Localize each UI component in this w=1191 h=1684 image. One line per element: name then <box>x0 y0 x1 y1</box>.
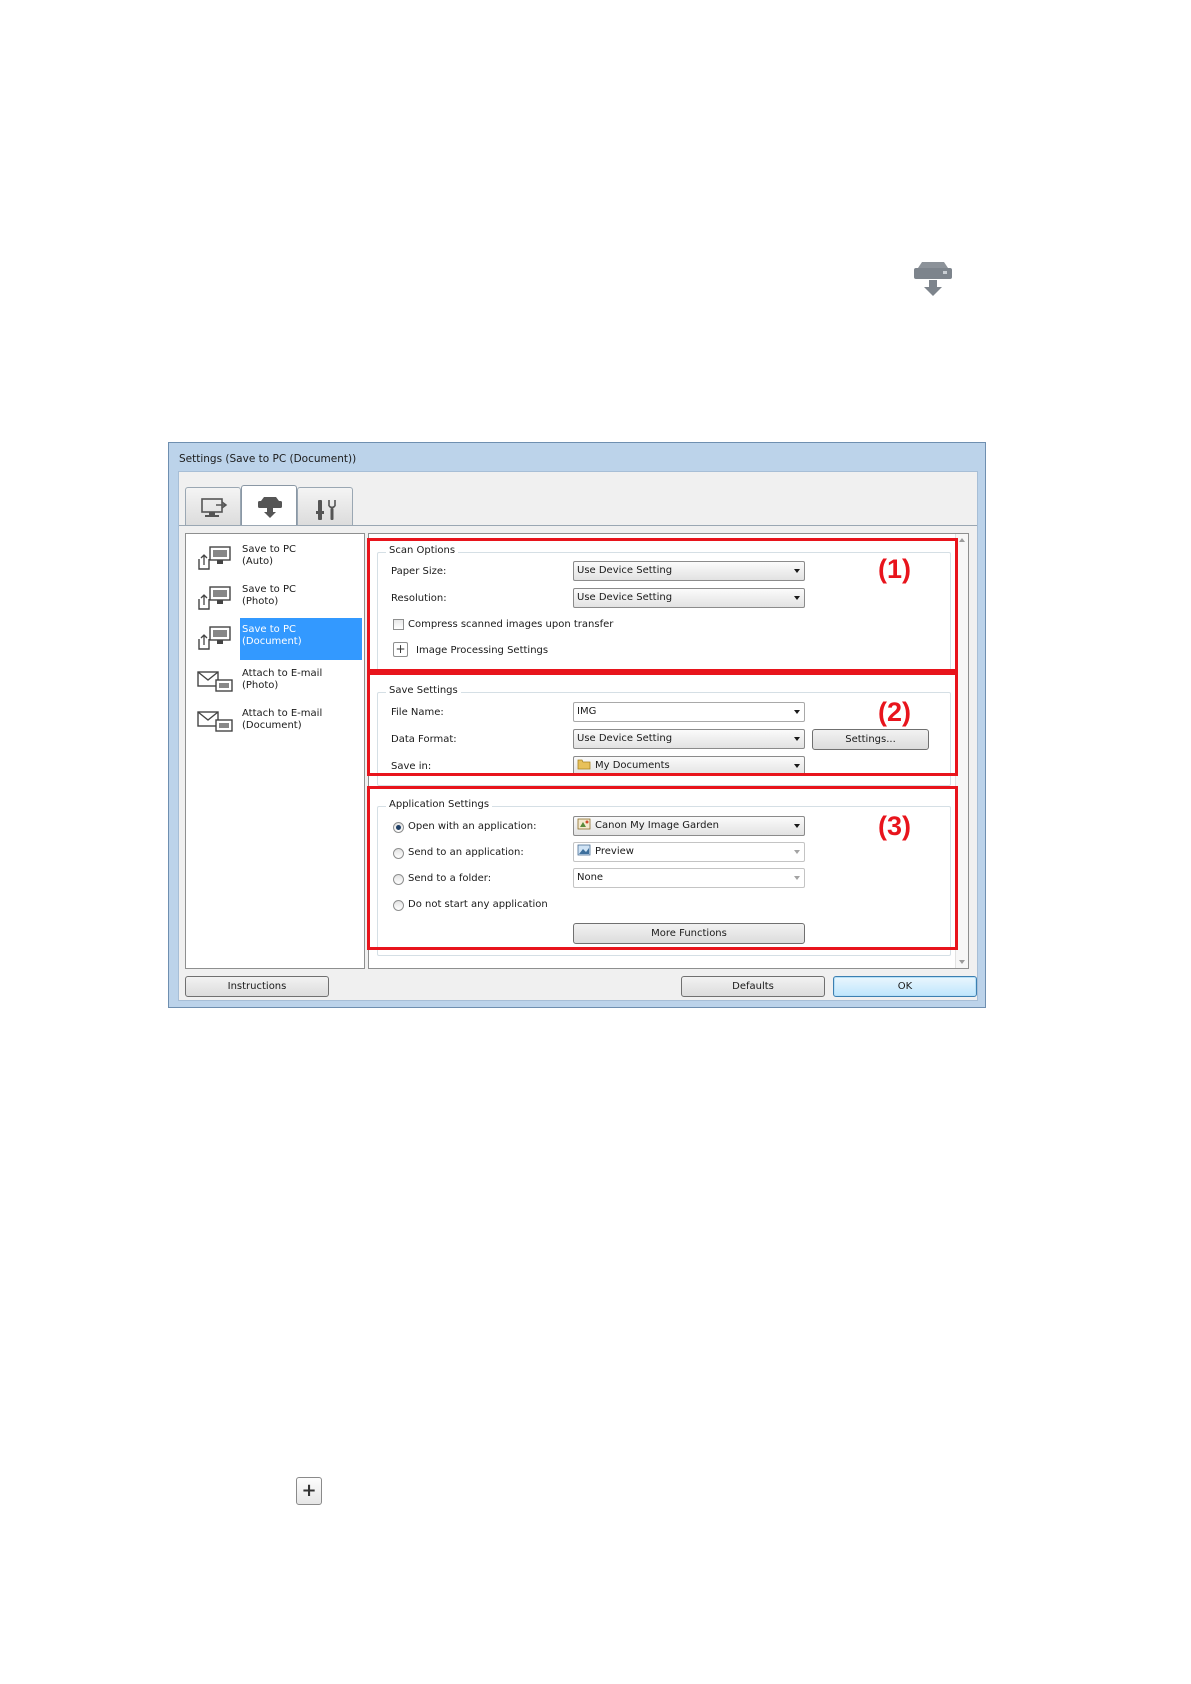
computer-scan-icon <box>201 498 228 517</box>
save-to-pc-icon <box>198 546 231 570</box>
dialog-client-area: Save to PC (Auto) Save to PC (Photo) Sav… <box>178 471 978 1001</box>
general-settings-tab[interactable] <box>297 487 353 525</box>
callout-1: (1) <box>878 554 911 584</box>
plus-icon: + <box>296 1477 322 1505</box>
callout-3: (3) <box>878 811 911 841</box>
defaults-button[interactable]: Defaults <box>681 976 825 997</box>
dialog-title: Settings (Save to PC (Document)) <box>179 453 357 465</box>
scroll-down-icon[interactable] <box>959 960 965 964</box>
email-icon <box>197 671 233 692</box>
scan-from-computer-tab[interactable] <box>185 487 241 525</box>
tools-icon <box>316 500 336 520</box>
scan-action-list: Save to PC (Auto) Save to PC (Photo) Sav… <box>185 533 365 969</box>
list-item-save-to-pc-document[interactable]: Save to PC (Document) <box>186 618 364 660</box>
list-item-attach-email-document[interactable]: Attach to E-mail (Document) <box>186 702 364 742</box>
tab-divider <box>179 525 977 526</box>
scroll-up-icon[interactable] <box>959 538 965 542</box>
list-item-save-to-pc-photo[interactable]: Save to PC (Photo) <box>186 578 364 618</box>
highlight-box-2 <box>367 672 958 776</box>
callout-2: (2) <box>878 697 911 727</box>
instructions-button[interactable]: Instructions <box>185 976 329 997</box>
scan-from-operation-panel-tab[interactable] <box>241 485 297 525</box>
highlight-box-1 <box>367 538 958 672</box>
settings-panel: Scan Options Paper Size: Use Device Sett… <box>367 533 969 969</box>
list-item-label: Save to PC (Document) <box>240 618 362 660</box>
email-icon <box>197 711 233 732</box>
save-to-pc-icon <box>198 626 231 650</box>
scanner-icon <box>914 262 952 296</box>
ok-button[interactable]: OK <box>833 976 977 997</box>
highlight-box-3 <box>367 786 958 950</box>
list-item-label: Attach to E-mail (Document) <box>242 708 323 731</box>
list-item-attach-email-photo[interactable]: Attach to E-mail (Photo) <box>186 662 364 702</box>
save-to-pc-icon <box>198 586 231 610</box>
settings-dialog: Settings (Save to PC (Document)) Save to… <box>168 442 986 1008</box>
scanner-icon <box>258 497 282 518</box>
list-item-save-to-pc-auto[interactable]: Save to PC (Auto) <box>186 538 364 578</box>
